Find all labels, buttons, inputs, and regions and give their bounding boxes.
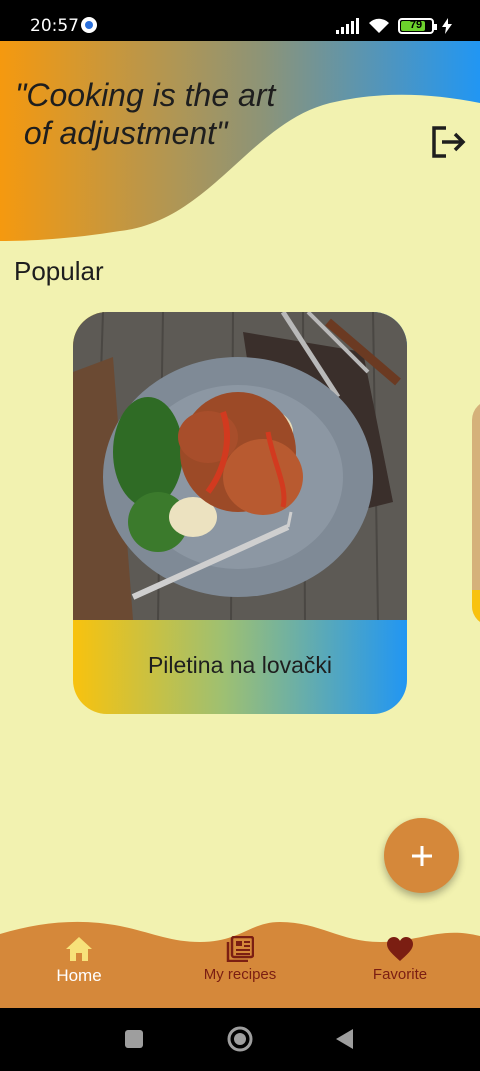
system-nav-icons <box>125 1026 353 1052</box>
logout-icon <box>432 126 466 158</box>
recents-button[interactable] <box>125 1030 143 1048</box>
heart-icon <box>387 937 413 961</box>
recipe-card-next[interactable] <box>472 400 480 626</box>
recipe-image <box>73 312 407 620</box>
home-icon <box>66 937 92 961</box>
nav-home[interactable]: Home <box>19 936 139 996</box>
back-button[interactable] <box>336 1029 353 1049</box>
recipe-title: Piletina na lovački <box>147 652 333 678</box>
nav-favorite[interactable]: Favorite <box>340 936 460 996</box>
status-bar: 20:57 79 <box>0 0 480 41</box>
section-title-popular: Popular <box>14 256 104 286</box>
plus-icon <box>411 845 432 866</box>
recipe-card[interactable]: Piletina na lovački <box>73 312 407 714</box>
nav-my-recipes-label: My recipes <box>203 966 277 983</box>
recipe-card-next-footer <box>472 590 480 626</box>
signal-icon <box>336 18 359 34</box>
logout-button[interactable] <box>428 122 468 162</box>
system-nav-bar <box>0 1008 480 1071</box>
add-recipe-button[interactable] <box>384 818 459 893</box>
header-quote: "Cooking is the art of adjustment" <box>15 77 276 151</box>
home-button[interactable] <box>227 1026 253 1052</box>
settings-notification-icon <box>81 17 97 33</box>
battery-tip <box>434 24 437 30</box>
status-time: 20:57 <box>30 16 79 36</box>
wifi-icon <box>369 18 389 33</box>
battery-level: 79 <box>409 19 423 31</box>
nav-favorite-label: Favorite <box>372 966 428 983</box>
recipes-icon <box>226 936 254 962</box>
battery-icon: 79 <box>398 18 437 34</box>
status-icons: 79 <box>336 17 452 35</box>
nav-my-recipes[interactable]: My recipes <box>180 936 300 996</box>
charging-icon <box>442 18 452 34</box>
nav-home-label: Home <box>56 966 102 985</box>
